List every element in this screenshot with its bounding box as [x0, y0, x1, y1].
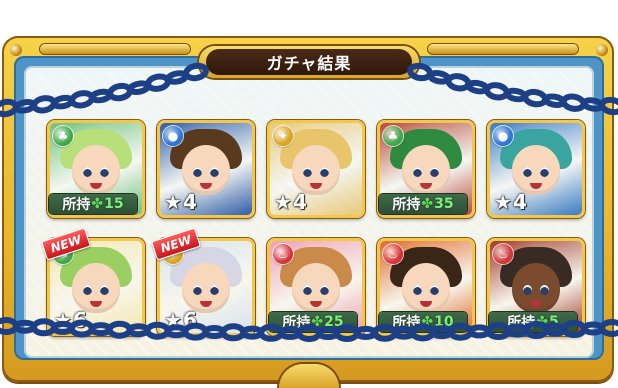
character-eye — [303, 285, 312, 295]
light-element-icon: ✦ — [273, 126, 293, 146]
character-eye — [430, 167, 439, 177]
frame-rivet-top-left — [10, 44, 22, 56]
water-element-icon: ● — [493, 126, 513, 146]
fire-element-icon: ♨ — [383, 244, 403, 264]
character-eye — [430, 285, 439, 295]
rarity-value: 6 — [182, 308, 197, 332]
clover-icon: ✤ — [311, 314, 324, 330]
owned-count-badge: 所持 ✤ 35 — [379, 194, 467, 214]
wood-element-icon: ♣ — [383, 126, 403, 146]
star-icon: ★ — [164, 190, 182, 214]
character-eye — [83, 167, 92, 177]
character-eye — [540, 167, 549, 177]
owned-label: 所持 — [392, 197, 421, 213]
character-eye — [210, 167, 219, 177]
character-eye — [413, 285, 422, 295]
character-eye — [523, 167, 532, 177]
owned-label: 所持 — [507, 315, 536, 331]
rarity-stars: ★ 4 — [494, 190, 527, 214]
water-element-icon: ● — [163, 126, 183, 146]
rarity-stars: ★ 4 — [274, 190, 307, 214]
star-icon: ★ — [164, 308, 182, 332]
owned-count: 10 — [434, 314, 454, 330]
owned-label: 所持 — [392, 315, 421, 331]
clover-icon: ✤ — [91, 196, 104, 212]
rarity-value: 4 — [512, 190, 527, 214]
owned-count-badge: 所持 ✤ 25 — [269, 312, 357, 332]
character-eye — [540, 285, 549, 295]
wood-element-icon: ♣ — [53, 126, 73, 146]
clover-icon: ✤ — [421, 196, 434, 212]
owned-label: 所持 — [282, 315, 311, 331]
frame-top-rail-left — [40, 44, 190, 54]
rarity-stars: ★ 6 — [54, 308, 87, 332]
character-eye — [193, 167, 202, 177]
character-card[interactable]: ● ★ 4 — [487, 120, 585, 218]
character-card[interactable]: ● ★ 4 — [157, 120, 255, 218]
character-eye — [320, 167, 329, 177]
owned-count-badge: 所持 ✤ 5 — [489, 312, 577, 332]
character-eye — [100, 285, 109, 295]
rarity-stars: ★ 6 — [164, 308, 197, 332]
character-eye — [193, 285, 202, 295]
rarity-stars: ★ 4 — [164, 190, 197, 214]
rarity-value: 6 — [72, 308, 87, 332]
clover-icon: ✤ — [421, 314, 434, 330]
owned-count: 15 — [104, 196, 124, 212]
star-icon: ★ — [274, 190, 292, 214]
owned-label: 所持 — [62, 197, 91, 213]
star-icon: ★ — [494, 190, 512, 214]
rarity-value: 4 — [292, 190, 307, 214]
owned-count: 25 — [324, 314, 344, 330]
rarity-value: 4 — [182, 190, 197, 214]
owned-count: 35 — [434, 196, 454, 212]
character-eye — [83, 285, 92, 295]
frame-top-rail-right — [428, 44, 578, 54]
owned-count-badge: 所持 ✤ 15 — [49, 194, 137, 214]
character-eye — [100, 167, 109, 177]
character-eye — [320, 285, 329, 295]
character-eye — [523, 285, 532, 295]
character-eye — [210, 285, 219, 295]
owned-count: 5 — [548, 314, 559, 330]
fire-element-icon: ♨ — [493, 244, 513, 264]
character-eye — [413, 167, 422, 177]
frame-rivet-top-right — [596, 44, 608, 56]
character-eye — [303, 167, 312, 177]
clover-icon: ✤ — [536, 314, 548, 330]
fire-element-icon: ♨ — [273, 244, 293, 264]
character-card[interactable]: ✦ ★ 4 — [267, 120, 365, 218]
page-title: ガチャ結果 — [206, 49, 412, 75]
owned-count-badge: 所持 ✤ 10 — [379, 312, 467, 332]
star-icon: ★ — [54, 308, 72, 332]
